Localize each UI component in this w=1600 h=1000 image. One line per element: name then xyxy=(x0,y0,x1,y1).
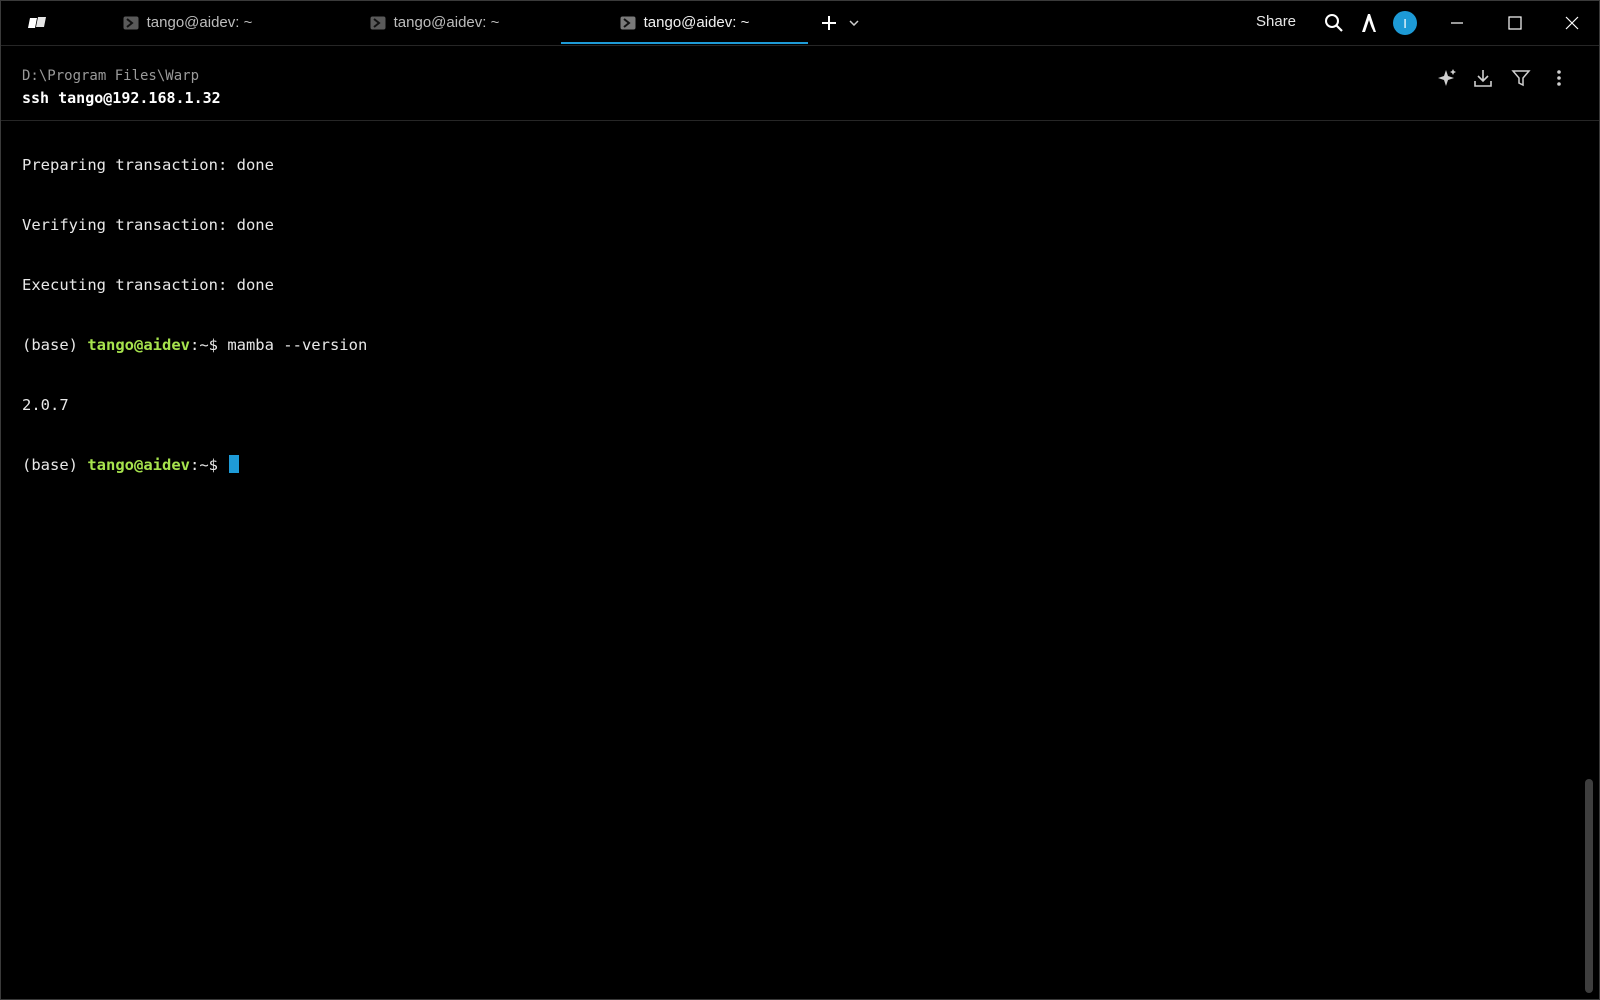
warp-logo-icon xyxy=(28,17,46,28)
tab-label: tango@aidev: ~ xyxy=(146,14,253,31)
text-cursor xyxy=(229,455,240,473)
prompt-user: tango@aidev xyxy=(87,336,190,354)
warp-ai-button[interactable] xyxy=(1357,11,1381,35)
title-bar: tango@aidev: ~ tango@aidev: ~ tango@aide… xyxy=(1,1,1599,46)
output-line: 2.0.7 xyxy=(22,396,69,414)
prompt-env: (base) xyxy=(22,456,88,474)
terminal-icon xyxy=(123,16,139,29)
close-button[interactable] xyxy=(1544,1,1600,45)
terminal-icon xyxy=(370,16,386,29)
tab-label: tango@aidev: ~ xyxy=(643,14,750,31)
tab-1[interactable]: tango@aidev: ~ xyxy=(64,1,311,44)
output-line: Verifying transaction: done xyxy=(22,216,274,234)
output-line: Executing transaction: done xyxy=(22,276,274,294)
prompt-env: (base) xyxy=(22,336,88,354)
download-icon xyxy=(1474,70,1492,87)
typed-command: mamba --version xyxy=(227,336,368,354)
active-prompt-line[interactable]: (base) tango@aidev:~$ xyxy=(22,455,367,475)
warp-window: tango@aidev: ~ tango@aidev: ~ tango@aide… xyxy=(0,0,1600,1000)
share-button[interactable]: Share xyxy=(1256,13,1296,30)
prompt-line: (base) tango@aidev:~$ mamba --version xyxy=(22,335,367,355)
terminal-output[interactable]: Preparing transaction: done Verifying tr… xyxy=(22,115,367,515)
search-button[interactable] xyxy=(1322,11,1346,35)
avatar[interactable]: I xyxy=(1393,11,1417,35)
output-line: Preparing transaction: done xyxy=(22,156,274,174)
close-icon xyxy=(1565,16,1579,30)
prompt-path: :~$ xyxy=(189,456,228,474)
app-menu-button[interactable] xyxy=(23,11,51,35)
filter-block-button[interactable] xyxy=(1509,66,1533,90)
tab-label: tango@aidev: ~ xyxy=(393,14,500,31)
plus-icon xyxy=(822,16,836,30)
tab-2[interactable]: tango@aidev: ~ xyxy=(311,1,558,44)
working-directory: D:\Program Files\Warp xyxy=(22,68,200,84)
sparkle-icon xyxy=(1438,69,1456,86)
maximize-icon xyxy=(1508,16,1522,30)
ai-sparkle-button[interactable] xyxy=(1435,66,1459,90)
save-block-button[interactable] xyxy=(1471,66,1495,90)
minimize-button[interactable] xyxy=(1429,1,1485,45)
minimize-icon xyxy=(1451,22,1463,24)
more-vertical-icon xyxy=(1557,70,1561,86)
block-command: ssh tango@192.168.1.32 xyxy=(22,89,221,107)
prompt-user: tango@aidev xyxy=(87,456,190,474)
terminal-icon xyxy=(620,16,636,29)
maximize-button[interactable] xyxy=(1487,1,1543,45)
prompt-path: :~$ xyxy=(189,336,228,354)
warp-ai-icon xyxy=(1362,14,1376,33)
command-block-header: D:\Program Files\Warp ssh tango@192.168.… xyxy=(1,46,1599,121)
tab-3-active[interactable]: tango@aidev: ~ xyxy=(561,1,808,44)
new-tab-button[interactable] xyxy=(817,11,841,35)
search-icon xyxy=(1325,14,1343,32)
chevron-down-icon xyxy=(849,20,859,26)
filter-icon xyxy=(1511,70,1531,87)
block-more-button[interactable] xyxy=(1547,66,1571,90)
new-tab-dropdown[interactable] xyxy=(846,15,862,31)
scrollbar-thumb[interactable] xyxy=(1585,779,1593,993)
